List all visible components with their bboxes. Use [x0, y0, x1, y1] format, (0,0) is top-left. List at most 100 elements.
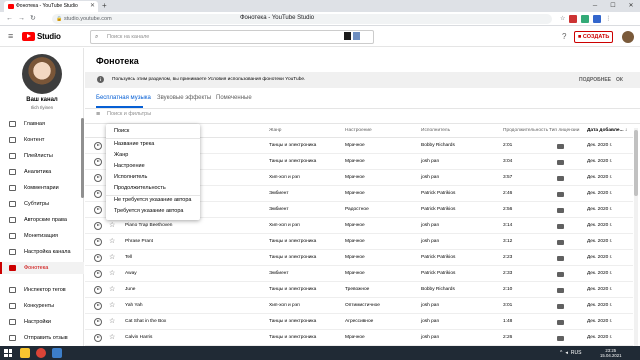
language-indicator[interactable]: RUS: [571, 346, 582, 360]
column-header-license[interactable]: Тип лицензии: [549, 128, 579, 133]
close-window-icon[interactable]: ✕: [622, 0, 640, 12]
reload-icon[interactable]: ↻: [30, 12, 36, 26]
sidebar-item-competitors[interactable]: Конкуренты: [0, 300, 84, 312]
play-icon[interactable]: [94, 318, 102, 326]
minimize-icon[interactable]: ─: [586, 0, 604, 12]
tray-arrow-icon[interactable]: ^: [560, 346, 562, 360]
sidebar-item-customization[interactable]: Настройка канала: [0, 246, 84, 258]
channel-search-input[interactable]: ⌕ Поиск на канале: [90, 30, 374, 44]
browser-menu-icon[interactable]: ⋮: [605, 13, 611, 25]
help-icon[interactable]: ?: [562, 32, 566, 41]
main-scrollbar-thumb[interactable]: [634, 130, 638, 196]
sidebar-item-playlists[interactable]: Плейлисты: [0, 150, 84, 162]
ok-button[interactable]: ОК: [616, 72, 623, 88]
play-icon[interactable]: [94, 302, 102, 310]
sidebar-item-audio-library[interactable]: Фонотека: [0, 262, 84, 274]
play-icon[interactable]: [94, 254, 102, 262]
track-mood: Радостное: [345, 207, 369, 212]
table-row[interactable]: ☆ Tell Танцы и электроника Мрачное Patri…: [85, 250, 633, 266]
channel-avatar[interactable]: [22, 54, 62, 94]
new-tab-icon[interactable]: +: [102, 1, 107, 11]
sidebar-item-feedback[interactable]: Отправить отзыв: [0, 332, 84, 344]
tab-free-music[interactable]: Бесплатная музыка: [96, 95, 151, 101]
column-header-date-added[interactable]: Дата добавле... ↓: [587, 128, 627, 133]
track-genre: Танцы и электроника: [269, 255, 317, 260]
app-icon[interactable]: [52, 348, 62, 358]
play-icon[interactable]: [94, 270, 102, 278]
create-button[interactable]: ■ СОЗДАТЬ: [574, 31, 614, 43]
star-icon[interactable]: ☆: [109, 266, 115, 282]
table-row[interactable]: ☆ Phrase Prant Танцы и электроника Мрачн…: [85, 234, 633, 250]
table-row[interactable]: ☆ June Танцы и электроника Тревожное Bob…: [85, 282, 633, 298]
play-icon[interactable]: [94, 222, 102, 230]
extension-icon[interactable]: [581, 15, 590, 23]
column-header-duration[interactable]: Продолжительность: [503, 128, 548, 133]
table-row[interactable]: ☆ Calvin Harris Танцы и электроника Мрач…: [85, 330, 633, 346]
play-icon[interactable]: [94, 238, 102, 246]
table-row[interactable]: ☆ Cat Shat in the Box Танцы и электроник…: [85, 314, 633, 330]
maximize-icon[interactable]: ☐: [604, 0, 622, 12]
star-icon[interactable]: ☆: [109, 282, 115, 298]
sidebar-item-comments[interactable]: Комментарии: [0, 182, 84, 194]
sidebar-item-copyright[interactable]: Авторские права: [0, 214, 84, 226]
clock[interactable]: 23:25 15.04.2021: [600, 348, 622, 358]
column-header-genre[interactable]: Жанр: [269, 128, 281, 133]
close-tab-icon[interactable]: ✕: [90, 1, 95, 12]
back-icon[interactable]: ←: [6, 12, 13, 26]
browser-tab[interactable]: Фонотека - YouTube Studio ✕: [4, 1, 98, 12]
sidebar-item-subtitles[interactable]: Субтитры: [0, 198, 84, 210]
column-header-artist[interactable]: Исполнитель: [421, 128, 450, 133]
play-icon[interactable]: [94, 142, 102, 150]
menu-icon[interactable]: ≡: [8, 31, 13, 41]
star-icon[interactable]: ☆: [109, 298, 115, 314]
dropdown-item-search[interactable]: Поиск: [114, 128, 129, 134]
star-icon[interactable]: ☆: [109, 314, 115, 330]
sidebar-scrollbar[interactable]: [81, 118, 84, 198]
filter-icon[interactable]: ≡: [96, 111, 100, 118]
forward-icon[interactable]: →: [18, 12, 25, 26]
star-icon[interactable]: ☆: [109, 234, 115, 250]
play-icon[interactable]: [94, 174, 102, 182]
sidebar-item-analytics[interactable]: Аналитика: [0, 166, 84, 178]
dropdown-item-no-attribution[interactable]: Не требуется указание автора: [114, 197, 192, 203]
volume-icon[interactable]: ◂: [565, 346, 568, 360]
sidebar-item-content[interactable]: Контент: [0, 134, 84, 146]
dropdown-item-artist[interactable]: Исполнитель: [114, 174, 147, 180]
star-icon[interactable]: ☆: [109, 250, 115, 266]
star-icon[interactable]: ☆: [109, 218, 115, 234]
column-header-mood[interactable]: Настроение: [345, 128, 372, 133]
dropdown-item-mood[interactable]: Настроение: [114, 163, 145, 169]
tab-sound-effects[interactable]: Звуковые эффекты: [157, 95, 211, 101]
extension-icon[interactable]: [344, 32, 351, 40]
table-row[interactable]: ☆ Yah Yah Хип-хоп и рэп Оптимистичное jo…: [85, 298, 633, 314]
table-row[interactable]: ☆ Piano Trap Beethoven Хип-хоп и рэп Мра…: [85, 218, 633, 234]
play-icon[interactable]: [94, 334, 102, 342]
dropdown-item-attribution-required[interactable]: Требуется указание автора: [114, 208, 183, 214]
account-avatar[interactable]: [622, 31, 634, 43]
extension-icon[interactable]: [353, 32, 360, 40]
learn-more-button[interactable]: ПОДРОБНЕЕ: [579, 72, 611, 88]
table-row[interactable]: ☆ Away Эмбиент Мрачное Patrick Patrikios…: [85, 266, 633, 282]
play-icon[interactable]: [94, 206, 102, 214]
dropdown-item-genre[interactable]: Жанр: [114, 152, 128, 158]
play-icon[interactable]: [94, 286, 102, 294]
sidebar-item-monetization[interactable]: Монетизация: [0, 230, 84, 242]
chrome-icon[interactable]: [36, 348, 46, 358]
star-icon[interactable]: ☆: [109, 330, 115, 346]
sidebar-item-tag-inspector[interactable]: Инспектор тегов: [0, 284, 84, 296]
sidebar-item-settings[interactable]: Настройки: [0, 316, 84, 328]
extension-icon[interactable]: [593, 15, 602, 23]
filter-input[interactable]: Поиск и фильтры: [107, 111, 151, 117]
windows-start-icon[interactable]: [4, 349, 12, 357]
bookmark-star-icon[interactable]: ☆: [560, 13, 565, 25]
dropdown-item-duration[interactable]: Продолжительность: [114, 185, 166, 191]
extension-icon[interactable]: [569, 15, 578, 23]
playlist-icon: [9, 153, 16, 159]
tab-starred[interactable]: Помеченные: [216, 95, 252, 101]
studio-logo[interactable]: Studio: [22, 32, 61, 41]
file-explorer-icon[interactable]: [20, 348, 30, 358]
sidebar-item-dashboard[interactable]: Главная: [0, 118, 84, 130]
play-icon[interactable]: [94, 190, 102, 198]
play-icon[interactable]: [94, 158, 102, 166]
dropdown-item-track-title[interactable]: Название трека: [114, 141, 154, 147]
